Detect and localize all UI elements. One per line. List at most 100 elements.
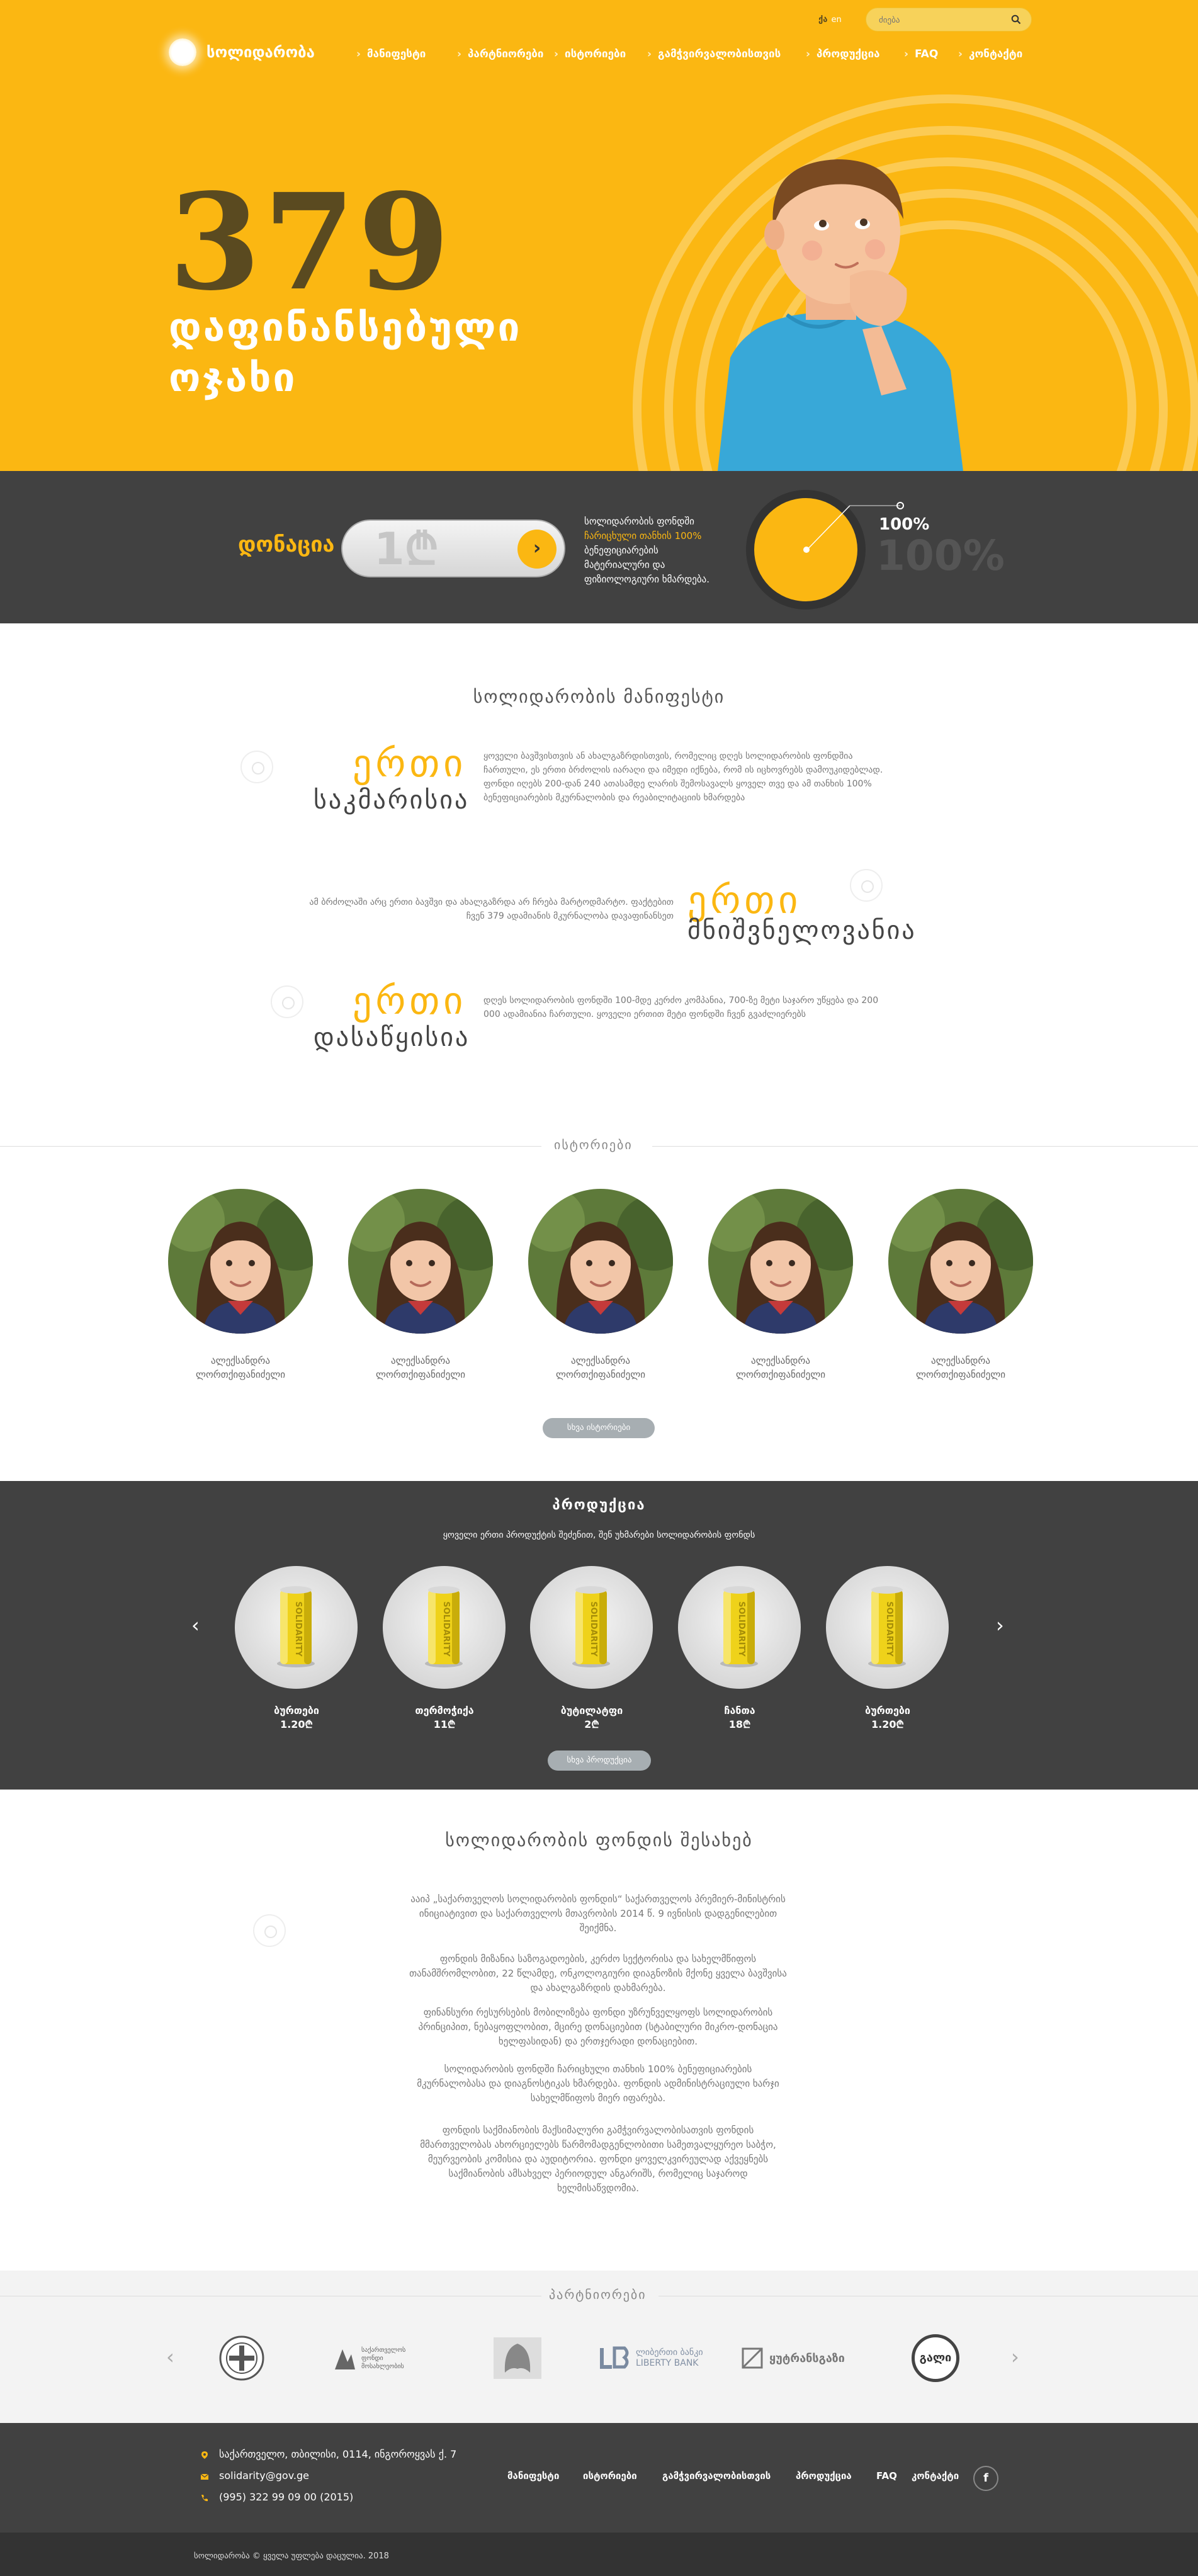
logo-text: სოლიდარობა — [206, 43, 315, 61]
product-card[interactable]: SOLIDARITY — [678, 1566, 801, 1689]
story-name-line1: ალექსანდრა — [930, 1355, 990, 1366]
partner-logo-text: ყუტრანსგაზი — [769, 2351, 845, 2365]
divider — [0, 1146, 541, 1147]
product-price: 1.20₾ — [871, 1718, 904, 1730]
manifest-text-2: ამ ბრძოლაში არც ერთი ბავშვი და ახალგაზრდ… — [309, 897, 674, 921]
language-switcher[interactable]: ქა en — [818, 15, 845, 25]
donation-amount-field[interactable]: 1₾ › — [341, 519, 565, 577]
search-box[interactable] — [866, 8, 1032, 31]
story-name[interactable]: ალექსანდრა ლორთქიფანიძელი — [332, 1354, 509, 1382]
more-products-button[interactable]: სხვა პროდუქცია — [548, 1750, 651, 1771]
stories-title: ისტორიები — [554, 1137, 633, 1152]
footer-nav-contact[interactable]: კონტაქტი — [912, 2470, 959, 2482]
hero-caption-line2: ოჯახი — [169, 355, 297, 400]
footer-nav-products[interactable]: პროდუქცია — [796, 2470, 852, 2482]
donate-submit-button[interactable]: › — [517, 530, 557, 569]
manifest-word-1: ერთი — [353, 742, 467, 786]
partner-logo-ministry[interactable] — [218, 2334, 266, 2382]
story-photo[interactable] — [168, 1189, 313, 1334]
child-portrait-image — [528, 1189, 673, 1334]
product-label[interactable]: ბურთები 1.20₾ — [234, 1704, 359, 1732]
products-prev-arrow[interactable]: ‹ — [191, 1613, 200, 1637]
site-logo[interactable]: სოლიდარობა — [169, 38, 315, 67]
lang-current[interactable]: ქა — [818, 15, 827, 25]
footer-address: საქართველო, თბილისი, 0114, ინგოროყვას ქ.… — [219, 2448, 457, 2460]
hero-caption-line1: დაფინანსებული — [169, 304, 522, 350]
product-label[interactable]: ბურთები 1.20₾ — [825, 1704, 951, 1732]
yellow-can-icon: SOLIDARITY — [425, 1586, 463, 1667]
svg-text:SOLIDARITY: SOLIDARITY — [737, 1601, 746, 1657]
svg-text:SOLIDARITY: SOLIDARITY — [884, 1601, 894, 1657]
more-stories-button[interactable]: სხვა ისტორიები — [543, 1418, 655, 1438]
about-paragraph-1: ააიპ „საქართველოს სოლიდარობის ფონდის“ სა… — [410, 1893, 786, 1934]
about-paragraph-4: სოლიდარობის ფონდში ჩარიცხული თანხის 100%… — [417, 2063, 779, 2104]
partners-prev-arrow[interactable]: ‹ — [166, 2345, 174, 2369]
footer-nav-transparency[interactable]: გამჭვირვალობისთვის — [662, 2470, 771, 2482]
story-photo[interactable] — [528, 1189, 673, 1334]
story-name-line2: ლორთქიფანიძელი — [916, 1369, 1005, 1380]
story-photo[interactable] — [708, 1189, 853, 1334]
copyright: სოლიდარობა © ყველა უფლება დაცულია. 2018 — [194, 2551, 389, 2561]
search-input[interactable] — [879, 13, 1005, 27]
products-next-arrow[interactable]: › — [996, 1613, 1004, 1637]
story-name[interactable]: ალექსანდრა ლორთქიფანიძელი — [512, 1354, 689, 1382]
product-label[interactable]: ბუტილატფი 2₾ — [529, 1704, 655, 1732]
product-card[interactable]: SOLIDARITY — [235, 1566, 358, 1689]
donation-amount[interactable]: 1₾ — [374, 527, 500, 571]
product-card[interactable]: SOLIDARITY — [530, 1566, 653, 1689]
product-label[interactable]: თერმოჭიქა 11₾ — [381, 1704, 507, 1732]
gas-logo-icon — [742, 2347, 763, 2369]
story-name-line2: ლორთქიფანიძელი — [736, 1369, 825, 1380]
yellow-can-icon: SOLIDARITY — [868, 1586, 906, 1667]
nav-partners[interactable]: პარტნიორები — [457, 48, 543, 60]
about-paragraph-3: ფინანსური რესურსების მობილიზება ფონდი უზ… — [418, 2007, 778, 2047]
partner-logo-fund[interactable]: საქართველოს ფონდი მოსახლეობის — [334, 2334, 412, 2382]
nav-manifest[interactable]: მანიფესტი — [356, 48, 426, 60]
footer-nav-stories[interactable]: ისტორიები — [583, 2470, 637, 2482]
donation-label: დონაცია — [238, 532, 335, 557]
lion-logo-icon — [494, 2337, 541, 2379]
partner-logo-gali[interactable]: გალი — [912, 2334, 959, 2382]
product-price: 11₾ — [433, 1718, 456, 1730]
story-name[interactable]: ალექსანდრა ლორთქიფანიძელი — [692, 1354, 869, 1382]
story-name[interactable]: ალექსანდრა ლორთქიფანიძელი — [152, 1354, 329, 1382]
product-price: 2₾ — [584, 1718, 599, 1730]
partners-next-arrow[interactable]: › — [1011, 2345, 1019, 2369]
partner-logo-gastransgas[interactable]: ყუტრანსგაზი — [742, 2334, 845, 2382]
story-name-line2: ლორთქიფანიძელი — [376, 1369, 465, 1380]
partner-logo-bank-of-georgia[interactable] — [492, 2334, 543, 2382]
story-name[interactable]: ალექსანდრა ლორთქიფანიძელი — [873, 1354, 1049, 1382]
story-name-line2: ლორთქიფანიძელი — [556, 1369, 645, 1380]
product-card[interactable]: SOLIDARITY — [826, 1566, 949, 1689]
manifest-text-3: დღეს სოლიდარობის ფონდში 100-მდე კერძო კო… — [483, 996, 879, 1019]
lang-alt[interactable]: en — [831, 15, 841, 25]
story-name-line1: ალექსანდრა — [390, 1355, 450, 1366]
story-photo[interactable] — [348, 1189, 493, 1334]
product-price: 1.20₾ — [280, 1718, 313, 1730]
nav-faq[interactable]: FAQ — [904, 48, 938, 60]
partner-logo-text: გალი — [912, 2334, 959, 2382]
nav-products[interactable]: პროდუქცია — [806, 48, 880, 60]
decorative-circle-icon — [240, 751, 273, 783]
donation-text-highlight: ჩარიცხული თანხის 100% — [584, 530, 702, 542]
product-label[interactable]: ჩანთა 18₾ — [677, 1704, 803, 1732]
mail-icon — [200, 2473, 209, 2480]
products-subtitle: ყოველი ერთი პროდუქტის შეძენით, შენ უხმარ… — [443, 1530, 755, 1540]
story-name-line1: ალექსანდრა — [570, 1355, 630, 1366]
partner-logo-liberty-bank[interactable]: ლიბერთი ბანკი LIBERTY BANK — [599, 2334, 705, 2382]
liberty-bank-logo-icon — [600, 2346, 629, 2369]
nav-stories[interactable]: ისტორიები — [554, 48, 626, 60]
story-photo[interactable] — [888, 1189, 1033, 1334]
facebook-icon[interactable]: f — [973, 2466, 998, 2491]
footer-email[interactable]: solidarity@gov.ge — [219, 2470, 309, 2482]
search-icon[interactable] — [1011, 14, 1021, 25]
decorative-circle-icon — [253, 1914, 286, 1947]
footer-nav-faq[interactable]: FAQ — [876, 2470, 897, 2482]
yellow-can-icon: SOLIDARITY — [277, 1586, 315, 1667]
product-card[interactable]: SOLIDARITY — [383, 1566, 506, 1689]
nav-transparency[interactable]: გამჭვირვალობისთვის — [647, 48, 781, 60]
footer-nav-manifest[interactable]: მანიფესტი — [507, 2470, 559, 2482]
nav-contact[interactable]: კონტაქტი — [958, 48, 1022, 60]
story-name-line2: ლორთქიფანიძელი — [196, 1369, 285, 1380]
donation-text-line1: სოლიდარობის ფონდში — [584, 516, 694, 527]
